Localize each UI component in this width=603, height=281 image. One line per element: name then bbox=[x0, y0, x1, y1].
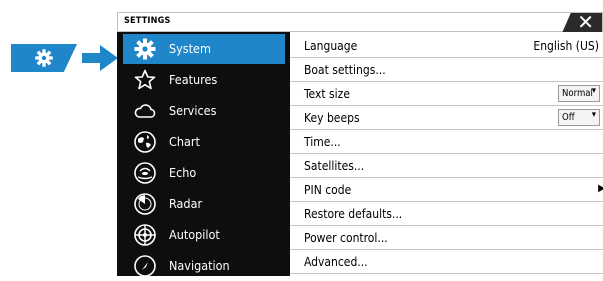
star-icon bbox=[134, 69, 156, 90]
sidebar-item-label: Chart bbox=[169, 134, 200, 149]
sidebar-item-services[interactable]: Services bbox=[123, 96, 285, 126]
setting-label: Text size bbox=[304, 87, 350, 101]
radar-icon bbox=[134, 193, 156, 215]
setting-row-satellites[interactable]: Satellites... bbox=[290, 154, 603, 178]
close-icon: ✕ bbox=[577, 10, 594, 34]
compass-icon bbox=[134, 255, 156, 277]
dropdown-value: Off bbox=[562, 112, 575, 123]
setting-row-power-control[interactable]: Power control... bbox=[290, 226, 603, 250]
sidebar-item-echo[interactable]: Echo bbox=[123, 158, 285, 188]
sidebar-item-label: Radar bbox=[169, 196, 203, 211]
sidebar-item-label: Navigation bbox=[169, 258, 230, 273]
chevron-right-icon: ▶ bbox=[598, 183, 603, 194]
close-button[interactable]: ✕ bbox=[562, 13, 602, 33]
chevron-down-icon: ▾ bbox=[591, 86, 596, 96]
setting-row-pin-code[interactable]: PIN code ▶ bbox=[290, 178, 603, 202]
gear-icon bbox=[134, 38, 156, 60]
setting-row-advanced[interactable]: Advanced... bbox=[290, 250, 603, 274]
setting-row-restore-defaults[interactable]: Restore defaults... bbox=[290, 202, 603, 226]
settings-list: Language English (US) Boat settings... T… bbox=[290, 32, 603, 276]
sidebar-item-autopilot[interactable]: Autopilot bbox=[123, 220, 285, 250]
key-beeps-dropdown[interactable]: Off ▾ bbox=[558, 109, 600, 126]
setting-label: PIN code bbox=[304, 183, 352, 197]
cloud-icon bbox=[134, 104, 156, 118]
sidebar-item-label: Echo bbox=[169, 165, 197, 180]
setting-label: Satellites... bbox=[304, 159, 365, 173]
setting-value: English (US) bbox=[533, 39, 599, 53]
setting-row-language[interactable]: Language English (US) bbox=[290, 34, 603, 58]
sidebar-item-label: Services bbox=[169, 103, 217, 118]
setting-row-key-beeps[interactable]: Key beeps Off ▾ bbox=[290, 106, 603, 130]
sidebar-item-features[interactable]: Features bbox=[123, 65, 285, 95]
settings-window: SETTINGS ✕ System Features Services Char… bbox=[117, 12, 603, 277]
setting-row-boat-settings[interactable]: Boat settings... bbox=[290, 58, 603, 82]
steering-wheel-icon bbox=[134, 224, 156, 246]
setting-row-text-size[interactable]: Text size Normal ▾ bbox=[290, 82, 603, 106]
sidebar: System Features Services Chart Echo Rada… bbox=[117, 32, 290, 277]
sidebar-item-label: Features bbox=[169, 72, 218, 87]
setting-label: Time... bbox=[304, 135, 341, 149]
gear-icon bbox=[35, 49, 53, 67]
dropdown-value: Normal bbox=[562, 88, 593, 99]
setting-label: Language bbox=[304, 39, 358, 53]
text-size-dropdown[interactable]: Normal ▾ bbox=[558, 85, 600, 102]
sidebar-item-label: Autopilot bbox=[169, 227, 220, 242]
window-title: SETTINGS bbox=[124, 16, 171, 26]
setting-label: Boat settings... bbox=[304, 63, 386, 77]
sidebar-item-label: System bbox=[169, 41, 211, 56]
setting-row-time[interactable]: Time... bbox=[290, 130, 603, 154]
setting-label: Advanced... bbox=[304, 255, 368, 269]
echo-icon bbox=[134, 162, 156, 184]
chart-icon bbox=[134, 131, 156, 153]
sidebar-item-system[interactable]: System bbox=[123, 34, 285, 64]
sidebar-item-radar[interactable]: Radar bbox=[123, 189, 285, 219]
sidebar-item-chart[interactable]: Chart bbox=[123, 127, 285, 157]
setting-label: Restore defaults... bbox=[304, 207, 403, 221]
callout-gear-key bbox=[11, 44, 77, 72]
chevron-down-icon: ▾ bbox=[591, 110, 596, 120]
title-bar: SETTINGS ✕ bbox=[117, 12, 603, 33]
setting-label: Power control... bbox=[304, 231, 388, 245]
setting-label: Key beeps bbox=[304, 111, 360, 125]
sidebar-item-navigation[interactable]: Navigation bbox=[123, 251, 285, 281]
right-arrow-icon bbox=[82, 45, 118, 71]
